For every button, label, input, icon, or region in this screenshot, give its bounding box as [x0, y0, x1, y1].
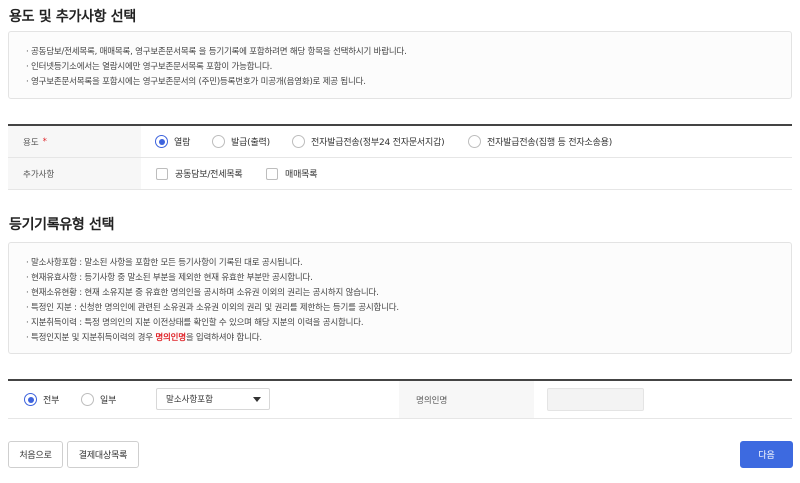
scope-radio-label: 일부: [100, 396, 117, 406]
home-button[interactable]: 처음으로: [8, 441, 63, 468]
radio-icon[interactable]: [81, 393, 94, 406]
notice-text: 을 입력하셔야 합니다.: [185, 333, 262, 343]
purpose-row: 용도 * 열람 발급(출력) 전자발급전송(정부24 전자문서지갑) 전자발급전…: [8, 126, 792, 158]
notice-highlight: 명의인명: [155, 333, 186, 343]
notice-line-owner-name: · 특정인지분 및 지분취득이력의 경우 명의인명을 입력하셔야 합니다.: [26, 331, 262, 343]
purpose-radio-label: 열람: [174, 138, 191, 148]
notice-line: · 특정인 지분 : 신청한 명의인에 관련된 소유권과 소유권 이외의 권리 …: [26, 303, 399, 313]
purpose-radio-print[interactable]: 발급(출력): [212, 126, 270, 157]
scope-radio-all[interactable]: 전부: [24, 381, 59, 418]
radio-checked-icon[interactable]: [155, 135, 168, 148]
scope-radio-partial[interactable]: 일부: [81, 381, 116, 418]
notice-line: · 인터넷등기소에서는 열람시에만 영구보존문서목록 포함이 가능합니다.: [26, 62, 273, 72]
notice-line: · 현재유효사항 : 등기사항 중 말소된 부분을 제외한 현재 유효한 부분만…: [26, 273, 313, 283]
extra-check-label: 매매목록: [285, 170, 318, 180]
purpose-radio-label: 전자발급전송(집행 등 전자소송용): [487, 138, 613, 148]
purpose-radio-e-litigation[interactable]: 전자발급전송(집행 등 전자소송용): [468, 126, 612, 157]
extra-check-collateral[interactable]: 공동담보/전세목록: [156, 158, 243, 189]
notice-line: · 공동담보/전세목록, 매매목록, 영구보존문서목록 을 등기기록에 포함하려…: [26, 47, 407, 57]
record-type-section-title: 등기기록유형 선택: [9, 217, 115, 233]
radio-icon[interactable]: [468, 135, 481, 148]
extra-row: 추가사항 공동담보/전세목록 매매목록: [8, 158, 792, 190]
purpose-radio-view[interactable]: 열람: [155, 126, 190, 157]
purpose-form-table: 용도 * 열람 발급(출력) 전자발급전송(정부24 전자문서지갑) 전자발급전…: [8, 124, 792, 190]
scope-radio-label: 전부: [43, 396, 60, 406]
record-type-notice-box: · 말소사항포함 : 말소된 사항을 포함한 모든 등기사항이 기록된 대로 공…: [8, 242, 792, 354]
purpose-radio-label: 전자발급전송(정부24 전자문서지갑): [311, 138, 445, 148]
purpose-radio-label: 발급(출력): [231, 138, 270, 148]
next-button[interactable]: 다음: [740, 441, 793, 468]
required-mark: *: [42, 136, 47, 147]
owner-name-label: 명의인명: [399, 381, 534, 418]
payment-list-button[interactable]: 결제대상목록: [67, 441, 139, 468]
radio-icon[interactable]: [212, 135, 225, 148]
notice-line: · 영구보존문서목록을 포함시에는 영구보존문서의 (주민)등록번호가 미공개(…: [26, 77, 366, 87]
radio-checked-icon[interactable]: [24, 393, 37, 406]
extra-check-label: 공동담보/전세목록: [175, 170, 243, 180]
record-type-select[interactable]: 말소사항포함: [156, 388, 270, 410]
purpose-notice-box: · 공동담보/전세목록, 매매목록, 영구보존문서목록 을 등기기록에 포함하려…: [8, 31, 792, 99]
record-type-form-table: 전부 일부 말소사항포함 명의인명: [8, 379, 792, 419]
notice-line: · 지분취득이력 : 특정 명의인의 지분 이전상태를 확인할 수 있으며 해당…: [26, 318, 364, 328]
extra-check-sales-list[interactable]: 매매목록: [266, 158, 318, 189]
caret-down-icon: [253, 397, 261, 402]
purpose-label: 용도 *: [8, 126, 141, 157]
owner-name-input[interactable]: [547, 388, 644, 411]
notice-text: · 특정인지분 및 지분취득이력의 경우: [26, 333, 156, 343]
purpose-label-text: 용도: [23, 137, 39, 148]
purpose-section-title: 용도 및 추가사항 선택: [9, 9, 136, 25]
extra-label: 추가사항: [8, 158, 141, 189]
radio-icon[interactable]: [292, 135, 305, 148]
notice-line: · 말소사항포함 : 말소된 사항을 포함한 모든 등기사항이 기록된 대로 공…: [26, 258, 303, 268]
checkbox-icon[interactable]: [266, 167, 278, 180]
checkbox-icon[interactable]: [156, 167, 168, 180]
record-type-select-value: 말소사항포함: [166, 395, 213, 405]
notice-line: · 현재소유현황 : 현재 소유지분 중 유효한 명의인을 공시하며 소유권 이…: [26, 288, 379, 298]
purpose-radio-e-gov24[interactable]: 전자발급전송(정부24 전자문서지갑): [292, 126, 445, 157]
